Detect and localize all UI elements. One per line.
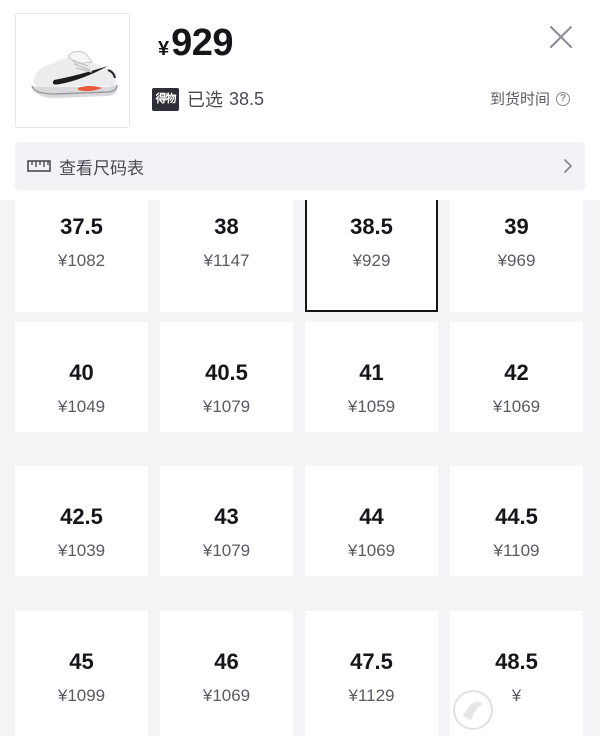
watermark	[451, 686, 596, 734]
product-header: ¥ 929 得物 已选 38.5 到货时间 ? 查看尺码表	[0, 0, 600, 200]
price-display: ¥ 929	[158, 22, 234, 70]
size-label: 44.5	[495, 504, 538, 529]
size-grid: 37.5 ¥1082 38 ¥1147 38.5 ¥929 39 ¥969 40 ¥1049 40.…	[15, 200, 585, 736]
size-label: 40	[69, 360, 94, 385]
close-icon	[550, 26, 572, 48]
size-label: 37.5	[60, 214, 103, 239]
size-chart-button[interactable]: 查看尺码表	[15, 142, 585, 190]
size-label: 44	[359, 504, 384, 529]
selected-size-row: 得物 已选 38.5	[152, 86, 264, 112]
size-label: 43	[214, 504, 239, 529]
size-option[interactable]: 44 ¥1069	[305, 466, 438, 576]
size-option[interactable]: 45 ¥1099	[15, 611, 148, 736]
size-option[interactable]: 44.5 ¥1109	[450, 466, 583, 576]
currency-symbol: ¥	[158, 38, 170, 60]
size-price: ¥1079	[202, 541, 251, 560]
size-chart-label: 查看尺码表	[59, 158, 144, 178]
product-thumbnail	[15, 13, 130, 128]
size-option[interactable]: 43 ¥1079	[160, 466, 293, 576]
size-price: ¥969	[497, 251, 536, 270]
size-price: ¥1109	[493, 541, 540, 560]
chevron-right-icon	[564, 159, 572, 173]
size-option[interactable]: 41 ¥1059	[305, 322, 438, 432]
size-option[interactable]: 47.5 ¥1129	[305, 611, 438, 736]
size-label: 41	[359, 360, 384, 385]
selected-label: 已选	[187, 90, 223, 110]
size-price: ¥1099	[57, 686, 106, 705]
size-price: ¥1049	[57, 397, 106, 416]
size-option[interactable]: 40.5 ¥1079	[160, 322, 293, 432]
size-price: ¥1039	[57, 541, 106, 560]
ruler-icon	[27, 160, 51, 172]
size-option[interactable]: 42 ¥1069	[450, 322, 583, 432]
sneaker-image	[16, 14, 129, 127]
size-price: ¥1082	[57, 251, 106, 270]
size-price: ¥1069	[492, 397, 541, 416]
size-label: 48.5	[495, 649, 538, 674]
size-price: ¥1147	[203, 251, 250, 270]
brand-tag: 得物	[152, 87, 179, 111]
arrival-time-label: 到货时间	[489, 91, 550, 108]
close-button[interactable]	[548, 24, 574, 50]
size-price: ¥1069	[347, 541, 396, 560]
size-label: 38	[214, 214, 239, 239]
size-label: 38.5	[350, 214, 393, 239]
size-option[interactable]: 37.5 ¥1082	[15, 200, 148, 312]
size-label: 42.5	[60, 504, 103, 529]
size-price: ¥929	[352, 251, 391, 270]
size-label: 47.5	[350, 649, 393, 674]
size-option[interactable]: 46 ¥1069	[160, 611, 293, 736]
arrival-time-link[interactable]: 到货时间 ?	[490, 88, 570, 109]
question-circle-icon: ?	[556, 91, 570, 106]
size-price: ¥1059	[347, 397, 396, 416]
size-price: ¥1069	[202, 686, 251, 705]
size-price: ¥1129	[348, 686, 395, 705]
size-label: 39	[504, 214, 529, 239]
size-label: 42	[504, 360, 529, 385]
size-label: 45	[69, 649, 94, 674]
watermark-logo	[453, 690, 493, 730]
selected-size-value: 38.5	[229, 88, 265, 109]
size-price: ¥1079	[202, 397, 251, 416]
size-option[interactable]: 39 ¥969	[450, 200, 583, 312]
size-option[interactable]: 38 ¥1147	[160, 200, 293, 312]
size-option[interactable]: 40 ¥1049	[15, 322, 148, 432]
size-label: 46	[214, 649, 239, 674]
size-option[interactable]: 42.5 ¥1039	[15, 466, 148, 576]
size-label: 40.5	[205, 360, 248, 385]
price-value: 929	[171, 22, 234, 64]
size-option-selected[interactable]: 38.5 ¥929	[305, 200, 438, 312]
